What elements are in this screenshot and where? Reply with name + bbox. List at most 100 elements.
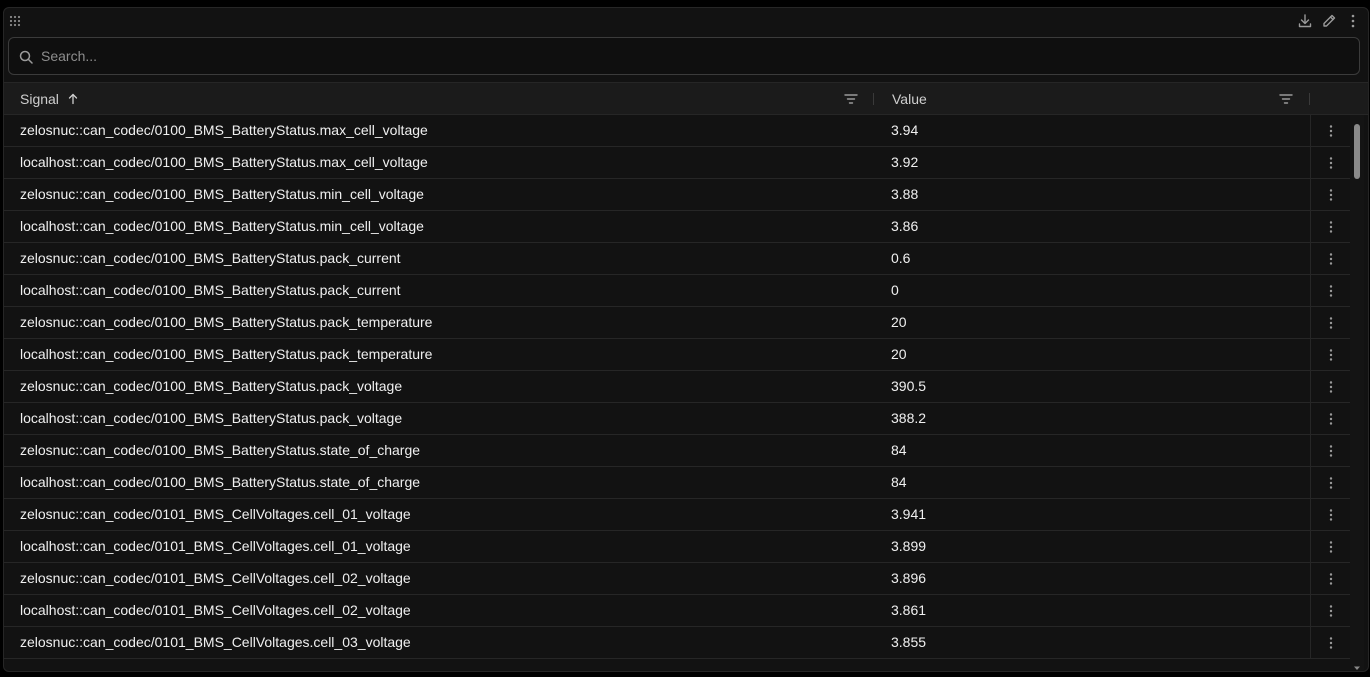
signal-cell: zelosnuc::can_codec/0100_BMS_BatteryStat… (20, 122, 428, 138)
table-row[interactable]: zelosnuc::can_codec/0101_BMS_CellVoltage… (4, 499, 1350, 531)
more-vertical-icon (1329, 316, 1333, 329)
value-cell: 3.861 (891, 602, 927, 618)
table-row[interactable]: zelosnuc::can_codec/0101_BMS_CellVoltage… (4, 627, 1350, 659)
table-row[interactable]: zelosnuc::can_codec/0101_BMS_CellVoltage… (4, 563, 1350, 595)
value-cell: 3.86 (891, 218, 919, 234)
table-row[interactable]: localhost::can_codec/0100_BMS_BatterySta… (4, 211, 1350, 243)
table-row[interactable]: zelosnuc::can_codec/0100_BMS_BatteryStat… (4, 307, 1350, 339)
signal-cell: zelosnuc::can_codec/0100_BMS_BatteryStat… (20, 442, 421, 458)
row-menu-button[interactable] (1310, 563, 1351, 594)
signal-cell: zelosnuc::can_codec/0101_BMS_CellVoltage… (20, 634, 411, 650)
value-cell: 3.899 (891, 538, 927, 554)
table-row[interactable]: zelosnuc::can_codec/0100_BMS_BatteryStat… (4, 435, 1350, 467)
signal-cell: localhost::can_codec/0100_BMS_BatterySta… (20, 346, 433, 362)
value-cell: 0.6 (891, 250, 911, 266)
table-row[interactable]: localhost::can_codec/0100_BMS_BatterySta… (4, 147, 1350, 179)
download-icon (1298, 14, 1312, 28)
more-vertical-icon (1329, 572, 1333, 585)
signal-cell: localhost::can_codec/0100_BMS_BatterySta… (20, 154, 428, 170)
more-vertical-icon (1329, 124, 1333, 137)
signal-cell: zelosnuc::can_codec/0100_BMS_BatteryStat… (20, 250, 401, 266)
row-menu-button[interactable] (1310, 243, 1351, 274)
value-cell: 0 (891, 282, 899, 298)
signal-cell: zelosnuc::can_codec/0100_BMS_BatteryStat… (20, 186, 424, 202)
more-vertical-icon (1329, 284, 1333, 297)
table-row[interactable]: localhost::can_codec/0100_BMS_BatterySta… (4, 403, 1350, 435)
signal-cell: zelosnuc::can_codec/0100_BMS_BatteryStat… (20, 314, 433, 330)
more-vertical-icon (1329, 188, 1333, 201)
row-menu-button[interactable] (1310, 179, 1351, 210)
row-menu-button[interactable] (1310, 115, 1351, 146)
value-cell: 388.2 (891, 410, 927, 426)
table-row[interactable]: zelosnuc::can_codec/0100_BMS_BatteryStat… (4, 115, 1350, 147)
row-menu-button[interactable] (1310, 531, 1351, 562)
signal-cell: zelosnuc::can_codec/0101_BMS_CellVoltage… (20, 570, 411, 586)
more-vertical-icon (1329, 220, 1333, 233)
row-menu-button[interactable] (1310, 595, 1351, 626)
more-vertical-icon (1329, 252, 1333, 265)
more-vertical-icon (1329, 476, 1333, 489)
column-divider[interactable] (1309, 93, 1310, 105)
grid-header: Signal Value (4, 82, 1368, 115)
column-header-label: Value (892, 91, 927, 107)
table-row[interactable]: zelosnuc::can_codec/0100_BMS_BatteryStat… (4, 243, 1350, 275)
column-header-value[interactable]: Value (892, 83, 1292, 115)
value-cell: 3.896 (891, 570, 927, 586)
signal-cell: localhost::can_codec/0101_BMS_CellVoltag… (20, 602, 411, 618)
row-menu-button[interactable] (1310, 499, 1351, 530)
row-menu-button[interactable] (1310, 467, 1351, 498)
row-menu-button[interactable] (1310, 435, 1351, 466)
value-cell: 3.88 (891, 186, 919, 202)
more-vertical-icon (1329, 636, 1333, 649)
panel-toolbar (4, 8, 1368, 32)
signal-cell: localhost::can_codec/0101_BMS_CellVoltag… (20, 538, 411, 554)
scrollbar-thumb[interactable] (1354, 124, 1360, 179)
more-vertical-icon (1329, 444, 1333, 457)
table-row[interactable]: localhost::can_codec/0101_BMS_CellVoltag… (4, 531, 1350, 563)
row-menu-button[interactable] (1310, 403, 1351, 434)
more-vertical-icon (1329, 604, 1333, 617)
row-menu-button[interactable] (1310, 211, 1351, 242)
more-vertical-icon (1351, 14, 1355, 28)
row-menu-button[interactable] (1310, 147, 1351, 178)
row-menu-button[interactable] (1310, 627, 1351, 658)
row-menu-button[interactable] (1310, 339, 1351, 370)
signal-cell: localhost::can_codec/0100_BMS_BatterySta… (20, 282, 401, 298)
row-menu-button[interactable] (1310, 275, 1351, 306)
column-header-signal[interactable]: Signal (20, 83, 860, 115)
edit-button[interactable] (1320, 12, 1338, 30)
more-vertical-icon (1329, 412, 1333, 425)
more-vertical-icon (1329, 508, 1333, 521)
row-menu-button[interactable] (1310, 371, 1351, 402)
row-menu-button[interactable] (1310, 307, 1351, 338)
value-cell: 84 (891, 474, 907, 490)
value-cell: 20 (891, 346, 907, 362)
arrow-up-icon[interactable] (67, 93, 79, 105)
search-icon (19, 50, 33, 64)
value-cell: 3.92 (891, 154, 919, 170)
value-cell: 3.941 (891, 506, 927, 522)
filter-icon[interactable] (1278, 91, 1294, 107)
table-row[interactable]: zelosnuc::can_codec/0100_BMS_BatteryStat… (4, 179, 1350, 211)
value-cell: 3.94 (891, 122, 919, 138)
chevron-down-icon[interactable] (1354, 665, 1360, 671)
more-vertical-icon (1329, 348, 1333, 361)
table-row[interactable]: localhost::can_codec/0101_BMS_CellVoltag… (4, 595, 1350, 627)
vertical-scrollbar[interactable] (1350, 115, 1364, 671)
table-row[interactable]: localhost::can_codec/0100_BMS_BatterySta… (4, 339, 1350, 371)
column-divider[interactable] (873, 93, 874, 105)
table-row[interactable]: localhost::can_codec/0100_BMS_BatterySta… (4, 467, 1350, 499)
signal-table-panel: Signal Value (3, 7, 1369, 672)
grid-body: zelosnuc::can_codec/0100_BMS_BatteryStat… (4, 115, 1350, 659)
filter-icon[interactable] (843, 91, 859, 107)
signal-cell: zelosnuc::can_codec/0100_BMS_BatteryStat… (20, 378, 403, 394)
drag-handle-icon[interactable] (9, 14, 21, 27)
table-row[interactable]: localhost::can_codec/0100_BMS_BatterySta… (4, 275, 1350, 307)
value-cell: 390.5 (891, 378, 927, 394)
search-input[interactable] (41, 38, 1341, 74)
value-cell: 84 (891, 442, 907, 458)
more-options-button[interactable] (1344, 12, 1362, 30)
signal-cell: localhost::can_codec/0100_BMS_BatterySta… (20, 474, 421, 490)
table-row[interactable]: zelosnuc::can_codec/0100_BMS_BatteryStat… (4, 371, 1350, 403)
download-button[interactable] (1296, 12, 1314, 30)
